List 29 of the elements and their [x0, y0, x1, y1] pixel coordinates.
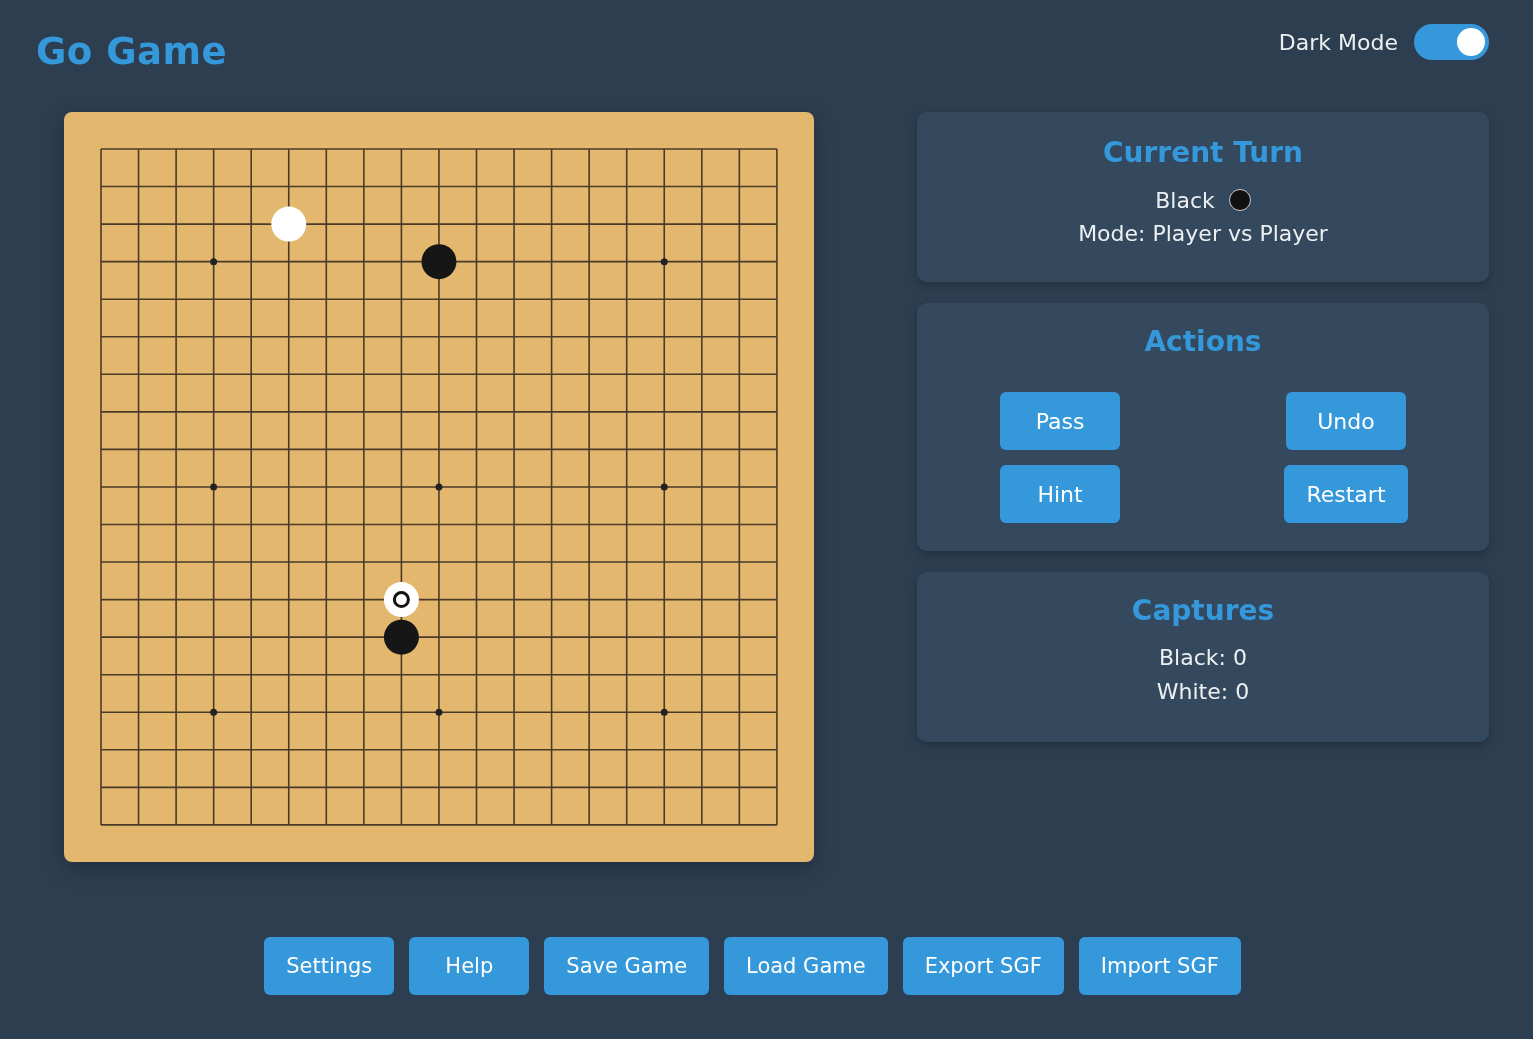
star-point [435, 708, 443, 716]
app-title: Go Game [36, 30, 228, 73]
dark-mode-toggle[interactable] [1414, 24, 1489, 60]
star-point [210, 708, 218, 716]
action-button[interactable]: Undo [1286, 392, 1406, 450]
panel-title: Actions [1144, 325, 1262, 358]
star-point [660, 258, 668, 266]
star-point [435, 483, 443, 491]
star-point [660, 483, 668, 491]
go-board[interactable] [64, 112, 814, 862]
footer-button[interactable]: Export SGF [902, 937, 1064, 995]
footer-button[interactable]: Import SGF [1078, 937, 1241, 995]
action-button[interactable]: Hint [1000, 465, 1120, 523]
action-button[interactable]: Pass [1000, 392, 1120, 450]
star-point [210, 258, 218, 266]
panel-title: Captures [1131, 594, 1275, 627]
game-mode: Mode: Player vs Player [1078, 220, 1328, 248]
footer-button[interactable]: Help [409, 937, 530, 995]
capture-count: Black: 0 [1159, 644, 1247, 672]
turn-player: Black [1155, 187, 1215, 213]
panel-title: Current Turn [1103, 136, 1303, 169]
star-point [210, 483, 218, 491]
footer-button[interactable]: Save Game [544, 937, 710, 995]
footer-button[interactable]: Settings [264, 937, 395, 995]
star-point [660, 708, 668, 716]
footer-button[interactable]: Load Game [724, 937, 888, 995]
capture-count: White: 0 [1156, 678, 1250, 706]
dark-mode-label: Dark Mode [1278, 29, 1398, 55]
action-button[interactable]: Restart [1284, 465, 1408, 523]
